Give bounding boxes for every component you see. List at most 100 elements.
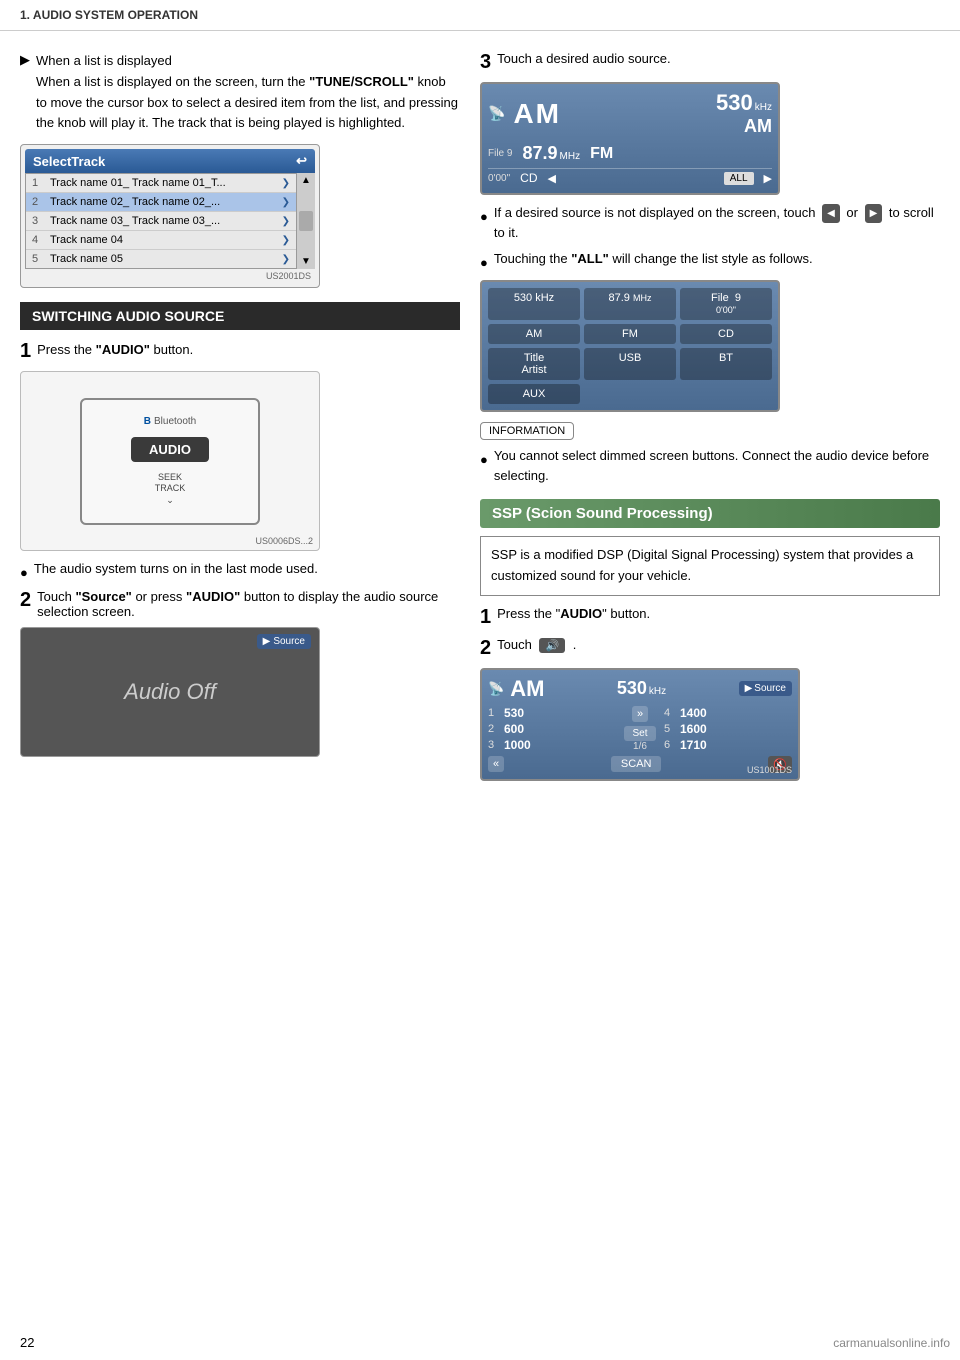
header-title: 1. AUDIO SYSTEM OPERATION [20, 8, 198, 22]
prev-btn[interactable]: ◀ [548, 172, 556, 185]
bullet-2: ● Touching the "ALL" will change the lis… [480, 249, 940, 273]
scan-am-label: AM [510, 676, 544, 702]
am-khz: kHz [755, 102, 772, 113]
track-image-code: US2001DS [25, 269, 315, 283]
scan-fwd-btn[interactable]: » [632, 706, 648, 722]
step-3: 3 Touch a desired audio source. [480, 51, 940, 74]
scan-antenna-icon: 📡 [488, 681, 504, 697]
ssp-step-1-number: 1 [480, 606, 491, 629]
step-2-content: Touch "Source" or press "AUDIO" button t… [37, 589, 460, 619]
track-list-area: 1 Track name 01_ Track name 01_T... ❯ 2 … [25, 173, 315, 269]
ssp-header: SSP (Scion Sound Processing) [480, 499, 940, 528]
scan-page-count: 1/6 [633, 741, 647, 752]
list-cell-530khz: 530 kHz [488, 288, 580, 320]
all-button[interactable]: ALL [724, 172, 754, 185]
audio-button[interactable]: AUDIO [131, 437, 209, 462]
ssp-step-1-content: Press the "AUDIO" button. [497, 606, 650, 621]
scroll-up-btn[interactable]: ▲ [299, 175, 313, 186]
step-1-number: 1 [20, 340, 31, 363]
bluetooth-label: B Bluetooth [144, 416, 197, 427]
ssp-description: SSP is a modified DSP (Digital Signal Pr… [480, 536, 940, 596]
list-cell-title: TitleArtist [488, 348, 580, 380]
step-2-number: 2 [20, 589, 31, 612]
source-image: ▶ Source Audio Off [20, 627, 320, 757]
scan-row-2: 2 600 [488, 722, 616, 736]
step-3-number: 3 [480, 51, 491, 74]
bullet-1: ● If a desired source is not displayed o… [480, 203, 940, 243]
select-track-image: SelectTrack ↩ 1 Track name 01_ Track nam… [20, 144, 320, 288]
list-cell-fm: FM [584, 324, 676, 344]
list-cell-879: 87.9 MHz [584, 288, 676, 320]
select-track-header: SelectTrack ↩ [25, 149, 315, 173]
am-screen: 📡 AM 530 kHz AM File 9 87.9 MHz [480, 82, 780, 195]
audio-off-text: Audio Off [124, 679, 216, 705]
scan-image-code: US1001DS [747, 765, 792, 775]
scroll-down-btn[interactable]: ▼ [299, 256, 313, 267]
car-console-mock: B Bluetooth AUDIO SEEKTRACK⌄ [80, 398, 260, 525]
ssp-step-2: 2 Touch 🔊 . [480, 637, 940, 660]
list-cell-aux: AUX [488, 384, 580, 404]
scan-row-3: 3 1000 [488, 738, 616, 752]
scan-scan-btn[interactable]: SCAN [611, 756, 662, 772]
scroll-thumb [299, 211, 313, 231]
list-cell-file: File 90'00" [680, 288, 772, 320]
watermark: carmanualsonline.info [833, 1336, 950, 1350]
step-1: 1 Press the "AUDIO" button. [20, 340, 460, 363]
left-column: ▶ When a list is displayed When a list i… [20, 51, 460, 787]
next-btn[interactable]: ▶ [764, 172, 772, 185]
list-cell-usb: USB [584, 348, 676, 380]
cd-label: CD [520, 171, 537, 185]
scan-row-1: 1 530 [488, 706, 616, 720]
intro-text: When a list is displayed When a list is … [36, 51, 460, 134]
scroll-left-btn[interactable]: ◀ [822, 204, 840, 223]
arrow-icon: ▶ [20, 52, 30, 134]
time-label: 0'00" [488, 173, 510, 184]
track-item-5: 5 Track name 05 ❯ [26, 250, 296, 268]
scan-row-4: 4 1400 [664, 706, 792, 720]
antenna-icon: 📡 [488, 105, 505, 122]
track-item-2: 2 Track name 02_ Track name 02_... ❯ [26, 193, 296, 212]
track-scrollbar[interactable]: ▲ ▼ [297, 173, 315, 269]
scroll-right-btn[interactable]: ▶ [865, 204, 883, 223]
switching-audio-source-header: SWITCHING AUDIO SOURCE [20, 302, 460, 330]
scan-bwd-btn[interactable]: « [488, 756, 504, 772]
am-freq: 530 [716, 90, 753, 116]
am-top-row: 📡 AM 530 kHz AM [488, 90, 772, 141]
am-bottom-row: 0'00" CD ◀ ALL ▶ [488, 168, 772, 187]
scan-col-left: 1 530 2 600 3 1000 [488, 706, 616, 752]
ssp-step-2-content: Touch 🔊 . [497, 637, 576, 653]
scan-source-btn[interactable]: ▶ Source [739, 681, 792, 696]
list-grid: 530 kHz 87.9 MHz File 90'00" AM FM CD Ti… [488, 288, 772, 404]
am-label: AM [513, 98, 561, 130]
track-item-1: 1 Track name 01_ Track name 01_T... ❯ [26, 174, 296, 193]
mhz-area: 87.9 MHz [522, 143, 580, 164]
ssp-mute-icon[interactable]: 🔊 [539, 638, 565, 653]
list-screen: 530 kHz 87.9 MHz File 90'00" AM FM CD Ti… [480, 280, 780, 412]
page-number: 22 [20, 1335, 34, 1350]
info-bullet: ● You cannot select dimmed screen button… [480, 446, 940, 485]
scan-row-6: 6 1710 [664, 738, 792, 752]
am-right-label: AM [744, 116, 772, 137]
am-freq-area: 530 kHz AM [716, 90, 772, 137]
list-cell-bt: BT [680, 348, 772, 380]
scan-row-5: 5 1600 [664, 722, 792, 736]
source-label: ▶ Source [257, 634, 311, 649]
information-label: INFORMATION [480, 422, 574, 440]
audio-image-code: US0006DS...2 [255, 536, 313, 546]
scan-table: 1 530 2 600 3 1000 » Set [488, 706, 792, 752]
scan-set-btn[interactable]: Set [624, 726, 655, 741]
step-1-content: Press the "AUDIO" button. [37, 340, 460, 361]
list-cell-cd: CD [680, 324, 772, 344]
track-item-3: 3 Track name 03_ Track name 03_... ❯ [26, 212, 296, 231]
right-column: 3 Touch a desired audio source. 📡 AM 530… [480, 51, 940, 787]
seek-track-label: SEEKTRACK⌄ [155, 472, 186, 507]
file-info: File 9 [488, 148, 512, 159]
track-item-4: 4 Track name 04 ❯ [26, 231, 296, 250]
ssp-step-1: 1 Press the "AUDIO" button. [480, 606, 940, 629]
fm-label: FM [590, 145, 613, 163]
scan-col-right: 4 1400 5 1600 6 1710 [664, 706, 792, 752]
page-content: ▶ When a list is displayed When a list i… [0, 31, 960, 807]
intro-bullet: ▶ When a list is displayed When a list i… [20, 51, 460, 134]
scan-mid-controls: » Set 1/6 [622, 706, 658, 752]
track-list: 1 Track name 01_ Track name 01_T... ❯ 2 … [25, 173, 297, 269]
